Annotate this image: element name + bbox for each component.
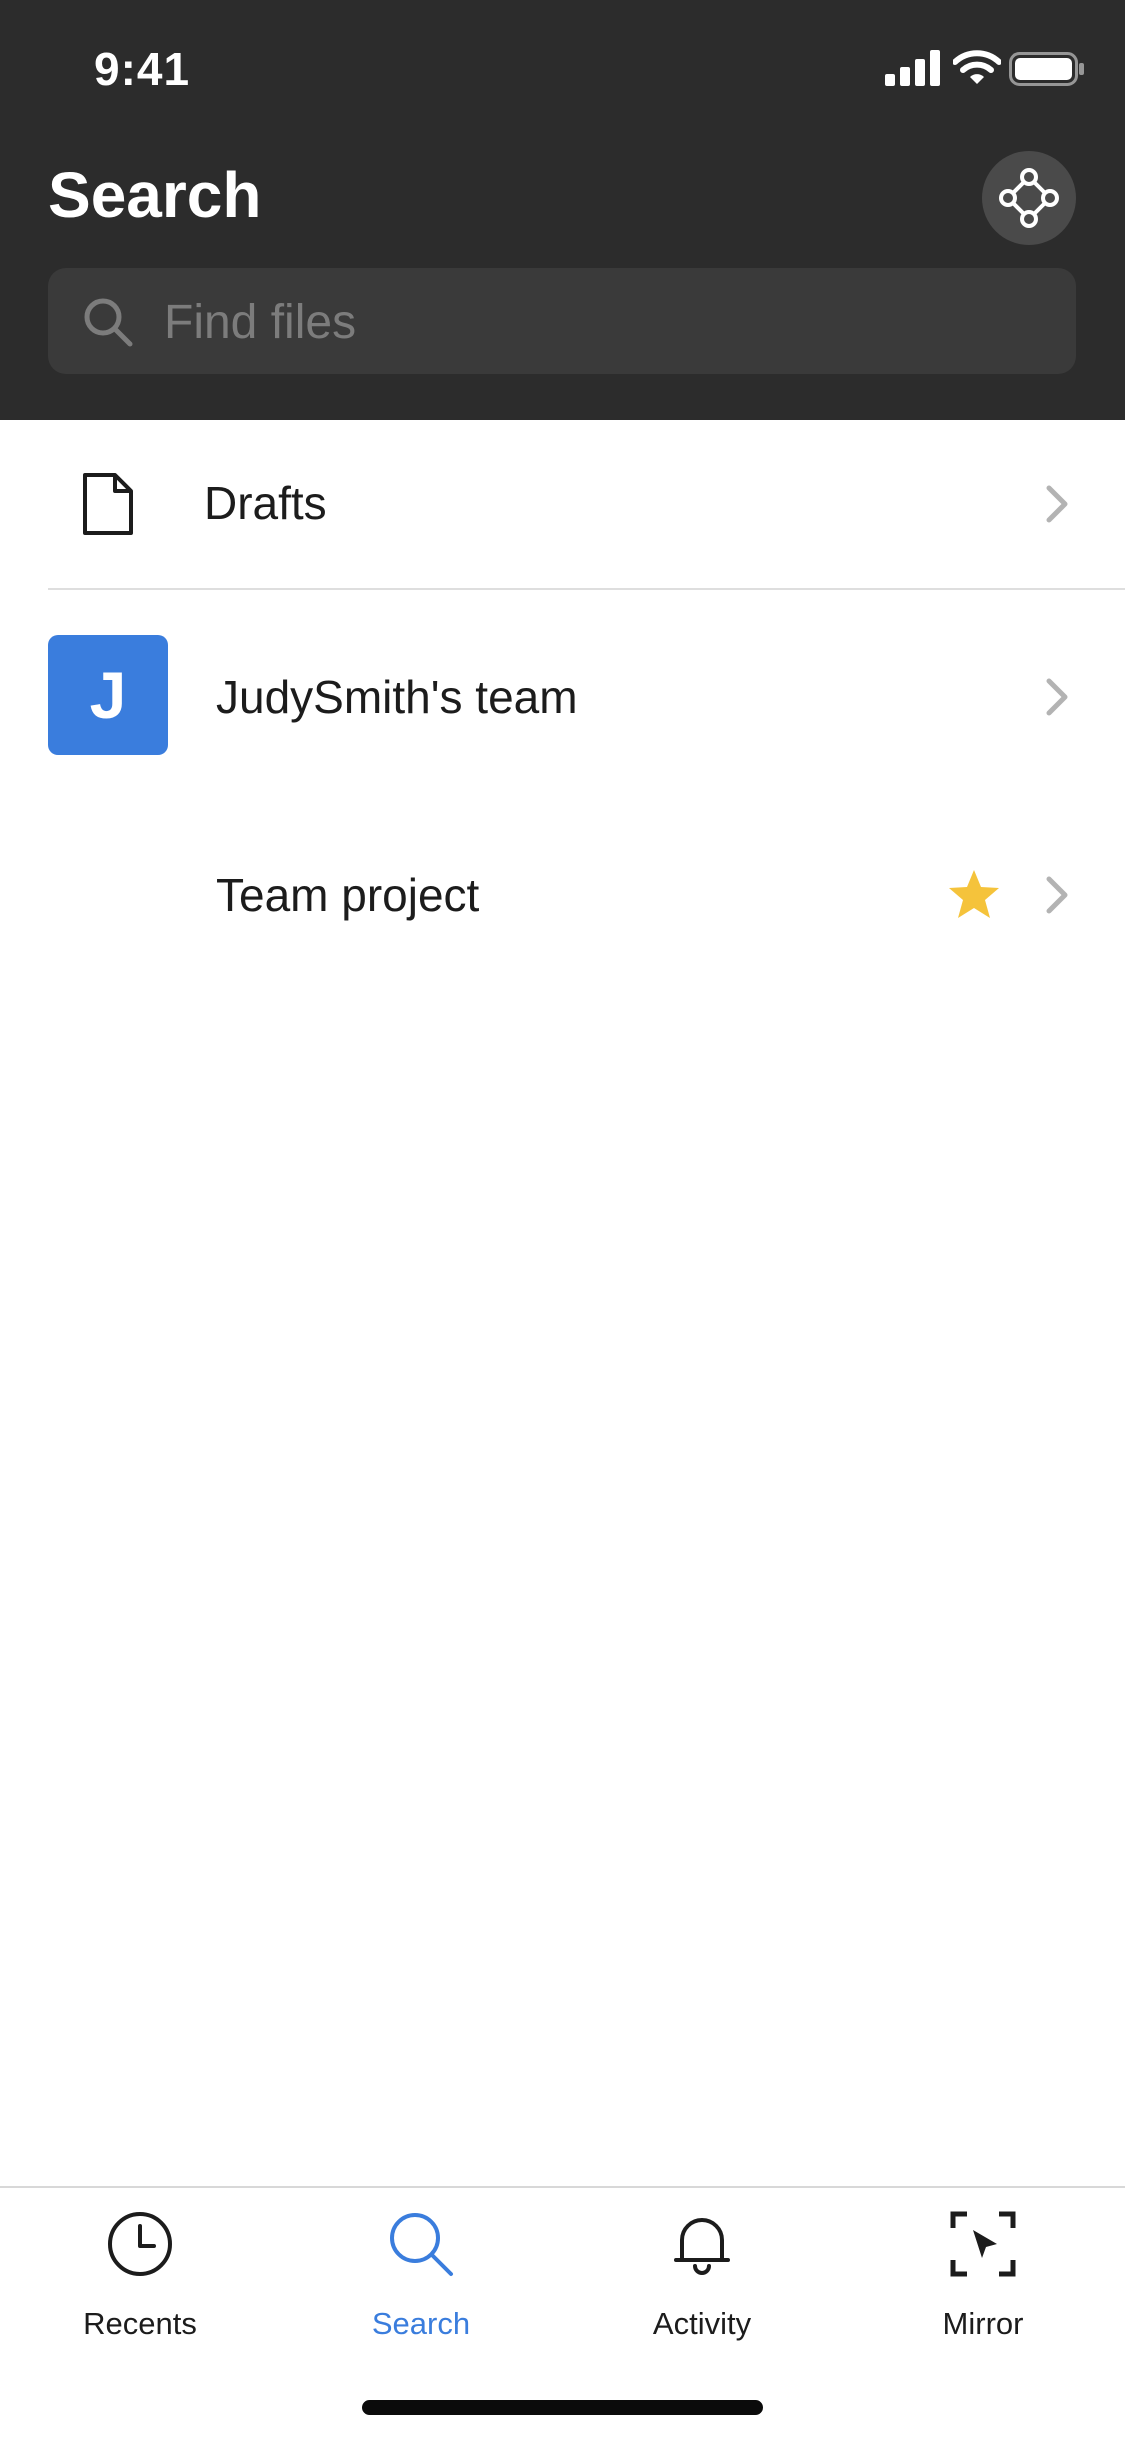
tab-label: Search [371, 2306, 471, 2341]
search-icon [84, 298, 133, 347]
search-bar[interactable] [48, 268, 1076, 374]
tab-label: Mirror [942, 2306, 1024, 2341]
chevron-right-icon [1046, 485, 1068, 523]
search-icon [390, 2213, 453, 2276]
app-header: 9:41 Search [0, 0, 1125, 420]
plugin-button[interactable] [982, 151, 1076, 245]
tab-label: Recents [83, 2306, 197, 2341]
tab-search[interactable]: Search [321, 2188, 521, 2358]
drafts-row[interactable]: Drafts [0, 420, 1125, 588]
team-avatar: J [48, 635, 168, 755]
mirror-icon [950, 2211, 1016, 2277]
team-row[interactable]: J JudySmith's team [0, 590, 1125, 802]
tab-mirror[interactable]: Mirror [883, 2188, 1083, 2358]
status-time: 9:41 [94, 43, 191, 95]
star-icon[interactable] [947, 868, 1001, 922]
tab-recents[interactable]: Recents [40, 2188, 240, 2358]
clock-icon [108, 2212, 172, 2276]
drafts-label: Drafts [204, 477, 327, 529]
signal-icon [885, 50, 940, 86]
battery-icon [1009, 52, 1084, 86]
search-input[interactable] [162, 286, 1046, 358]
wifi-icon [953, 50, 1001, 84]
project-row[interactable]: Team project [0, 802, 1125, 986]
tab-label: Activity [652, 2306, 752, 2341]
team-label: JudySmith's team [216, 671, 578, 723]
home-indicator [362, 2400, 763, 2415]
chevron-right-icon [1046, 876, 1068, 914]
file-icon [83, 473, 133, 535]
chevron-right-icon [1046, 678, 1068, 716]
project-label: Team project [216, 869, 480, 921]
bell-icon [674, 2218, 730, 2275]
page-title: Search [48, 159, 262, 231]
tab-activity[interactable]: Activity [602, 2188, 802, 2358]
plugin-icon [999, 168, 1059, 228]
